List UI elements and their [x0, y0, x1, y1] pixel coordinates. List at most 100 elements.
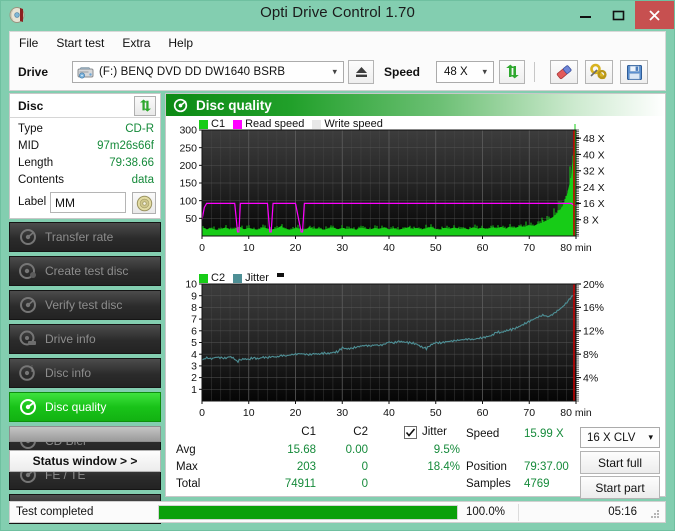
stats-row-avg-label: Avg: [176, 444, 196, 456]
x-tick-label: 50: [430, 407, 442, 419]
y-tick-label: 7: [191, 314, 197, 326]
drive-select-value: (F:) BENQ DVD DD DW1640 BSRB: [99, 66, 286, 78]
disc-row-mid: MID 97m26s66f: [18, 140, 154, 155]
sidebar-item-transfer-rate[interactable]: Transfer rate: [9, 222, 161, 252]
sidebar-item-drive-info[interactable]: Drive info: [9, 324, 161, 354]
stats-row-max-label: Max: [176, 461, 198, 473]
x-tick-label: 40: [383, 242, 395, 254]
y2-tick-label: 16 X: [583, 198, 605, 210]
speed-label: Speed: [384, 65, 421, 79]
resize-grip[interactable]: [649, 507, 661, 519]
y-tick-label: 150: [179, 178, 197, 190]
maximize-button[interactable]: [602, 1, 635, 29]
y2-tick-label: 4%: [583, 372, 598, 384]
sidebar-item-label: Verify test disc: [45, 298, 123, 312]
progress-percent: 100.0%: [466, 506, 506, 518]
svg-text:i: i: [31, 364, 33, 374]
eject-button[interactable]: [348, 60, 374, 84]
close-button[interactable]: [635, 1, 674, 29]
x-tick-label: 0: [199, 407, 205, 419]
disc-row-length-key: Length: [18, 157, 54, 169]
disc-row-mid-key: MID: [18, 140, 40, 152]
drive-icon: [77, 65, 95, 81]
disc-test-icon: [15, 228, 41, 246]
speed-select-value: 48 X: [444, 66, 468, 78]
stats-avg-c2: 0.00: [345, 444, 368, 456]
status-bar: Test completed 100.0% 05:16: [9, 501, 666, 523]
start-full-button[interactable]: Start full: [580, 451, 660, 474]
disc-refresh-button[interactable]: [134, 96, 156, 116]
write-strategy-select[interactable]: 16 X CLV ▾: [580, 427, 660, 448]
y-tick-label: 4: [191, 349, 197, 361]
x-tick-label: 30: [336, 407, 348, 419]
refresh-button[interactable]: [499, 60, 525, 84]
cd-icon[interactable]: [132, 192, 156, 214]
y2-tick-label: 8 X: [583, 214, 599, 226]
disc-label-input[interactable]: [50, 192, 126, 213]
menu-item-help[interactable]: Help: [159, 34, 202, 52]
status-window-button[interactable]: Status window > >: [9, 450, 161, 472]
disc-info-panel: Disc Type CD-R MID 97m26s66f Length 79:3…: [9, 93, 161, 219]
stats-avg-jitter: 9.5%: [433, 444, 460, 456]
erase-button[interactable]: [550, 60, 578, 84]
stats-row-total-label: Total: [176, 478, 201, 490]
y2-tick-label: 16%: [583, 302, 604, 314]
x-tick-label: 10: [243, 242, 255, 254]
stats-panel: C1 C2 Jitter Avg 15.68 0.00 9.5% Max 203…: [166, 424, 665, 499]
legend-swatch-marker: [276, 272, 284, 277]
sidebar-item-disc-quality[interactable]: Disc quality: [9, 392, 161, 422]
progress-bar: [158, 505, 458, 520]
speed-select[interactable]: 48 X ▾: [436, 61, 494, 83]
nav-filler: [9, 426, 161, 442]
disc-quality-icon: [173, 98, 188, 113]
y2-tick-label: 32 X: [583, 166, 605, 178]
x-tick-label: 20: [290, 242, 302, 254]
c2-jitter-chart: 123456789104%8%12%16%20%0 10 20 30 40 50 60 70 8…: [185, 279, 604, 419]
x-tick-label: 50: [430, 242, 442, 254]
disc-create-icon: [15, 262, 41, 280]
title-bar: Opti Drive Control 1.70: [1, 1, 674, 29]
sidebar-item-verify-test-disc[interactable]: Verify test disc: [9, 290, 161, 320]
y-tick-label: 10: [185, 279, 197, 291]
disc-row-contents-value: data: [131, 174, 154, 186]
disc-row-contents: Contents data: [18, 174, 154, 189]
sidebar-item-create-test-disc[interactable]: Create test disc: [9, 256, 161, 286]
y-tick-label: 200: [179, 160, 197, 172]
stats-max-c2: 0: [361, 461, 368, 473]
stats-col-c2: C2: [353, 426, 368, 438]
disc-panel-header: Disc: [10, 94, 160, 118]
y2-tick-label: 24 X: [583, 182, 605, 194]
y-tick-label: 9: [191, 290, 197, 302]
status-separator: [518, 504, 519, 521]
start-part-button[interactable]: Start part: [580, 476, 660, 499]
tools-button[interactable]: [585, 60, 613, 84]
drive-select[interactable]: (F:) BENQ DVD DD DW1640 BSRB ▾: [72, 61, 344, 83]
jitter-label: Jitter: [422, 426, 447, 438]
y2-tick-label: 20%: [583, 279, 604, 291]
save-button[interactable]: [620, 60, 648, 84]
x-tick-label: 70: [523, 242, 535, 254]
disc-label-row: Label: [18, 192, 156, 214]
speed-stat-label: Speed: [466, 428, 500, 440]
jitter-checkbox[interactable]: [404, 426, 417, 439]
x-tick-label: 0: [199, 242, 205, 254]
disc-panel-title: Disc: [18, 99, 44, 113]
y-tick-label: 3: [191, 361, 197, 373]
write-strategy-value: 16 X CLV: [587, 431, 636, 444]
menu-item-file[interactable]: File: [10, 34, 47, 52]
y2-tick-label: 8%: [583, 349, 598, 361]
panel-header: Disc quality: [166, 94, 665, 116]
menu-item-extra[interactable]: Extra: [113, 34, 159, 52]
disc-verify-icon: [15, 296, 41, 314]
y-tick-label: 250: [179, 142, 197, 154]
sidebar-item-disc-info[interactable]: i Disc info: [9, 358, 161, 388]
sidebar-item-label: Disc info: [45, 366, 92, 380]
disc-row-type-value: CD-R: [125, 123, 154, 135]
x-tick-label: 60: [477, 407, 489, 419]
menu-item-start-test[interactable]: Start test: [47, 34, 113, 52]
y2-tick-label: 48 X: [583, 133, 605, 145]
minimize-button[interactable]: [569, 1, 602, 29]
elapsed-time: 05:16: [608, 506, 637, 518]
left-column: Disc Type CD-R MID 97m26s66f Length 79:3…: [9, 93, 161, 524]
y-tick-label: 100: [179, 195, 197, 207]
